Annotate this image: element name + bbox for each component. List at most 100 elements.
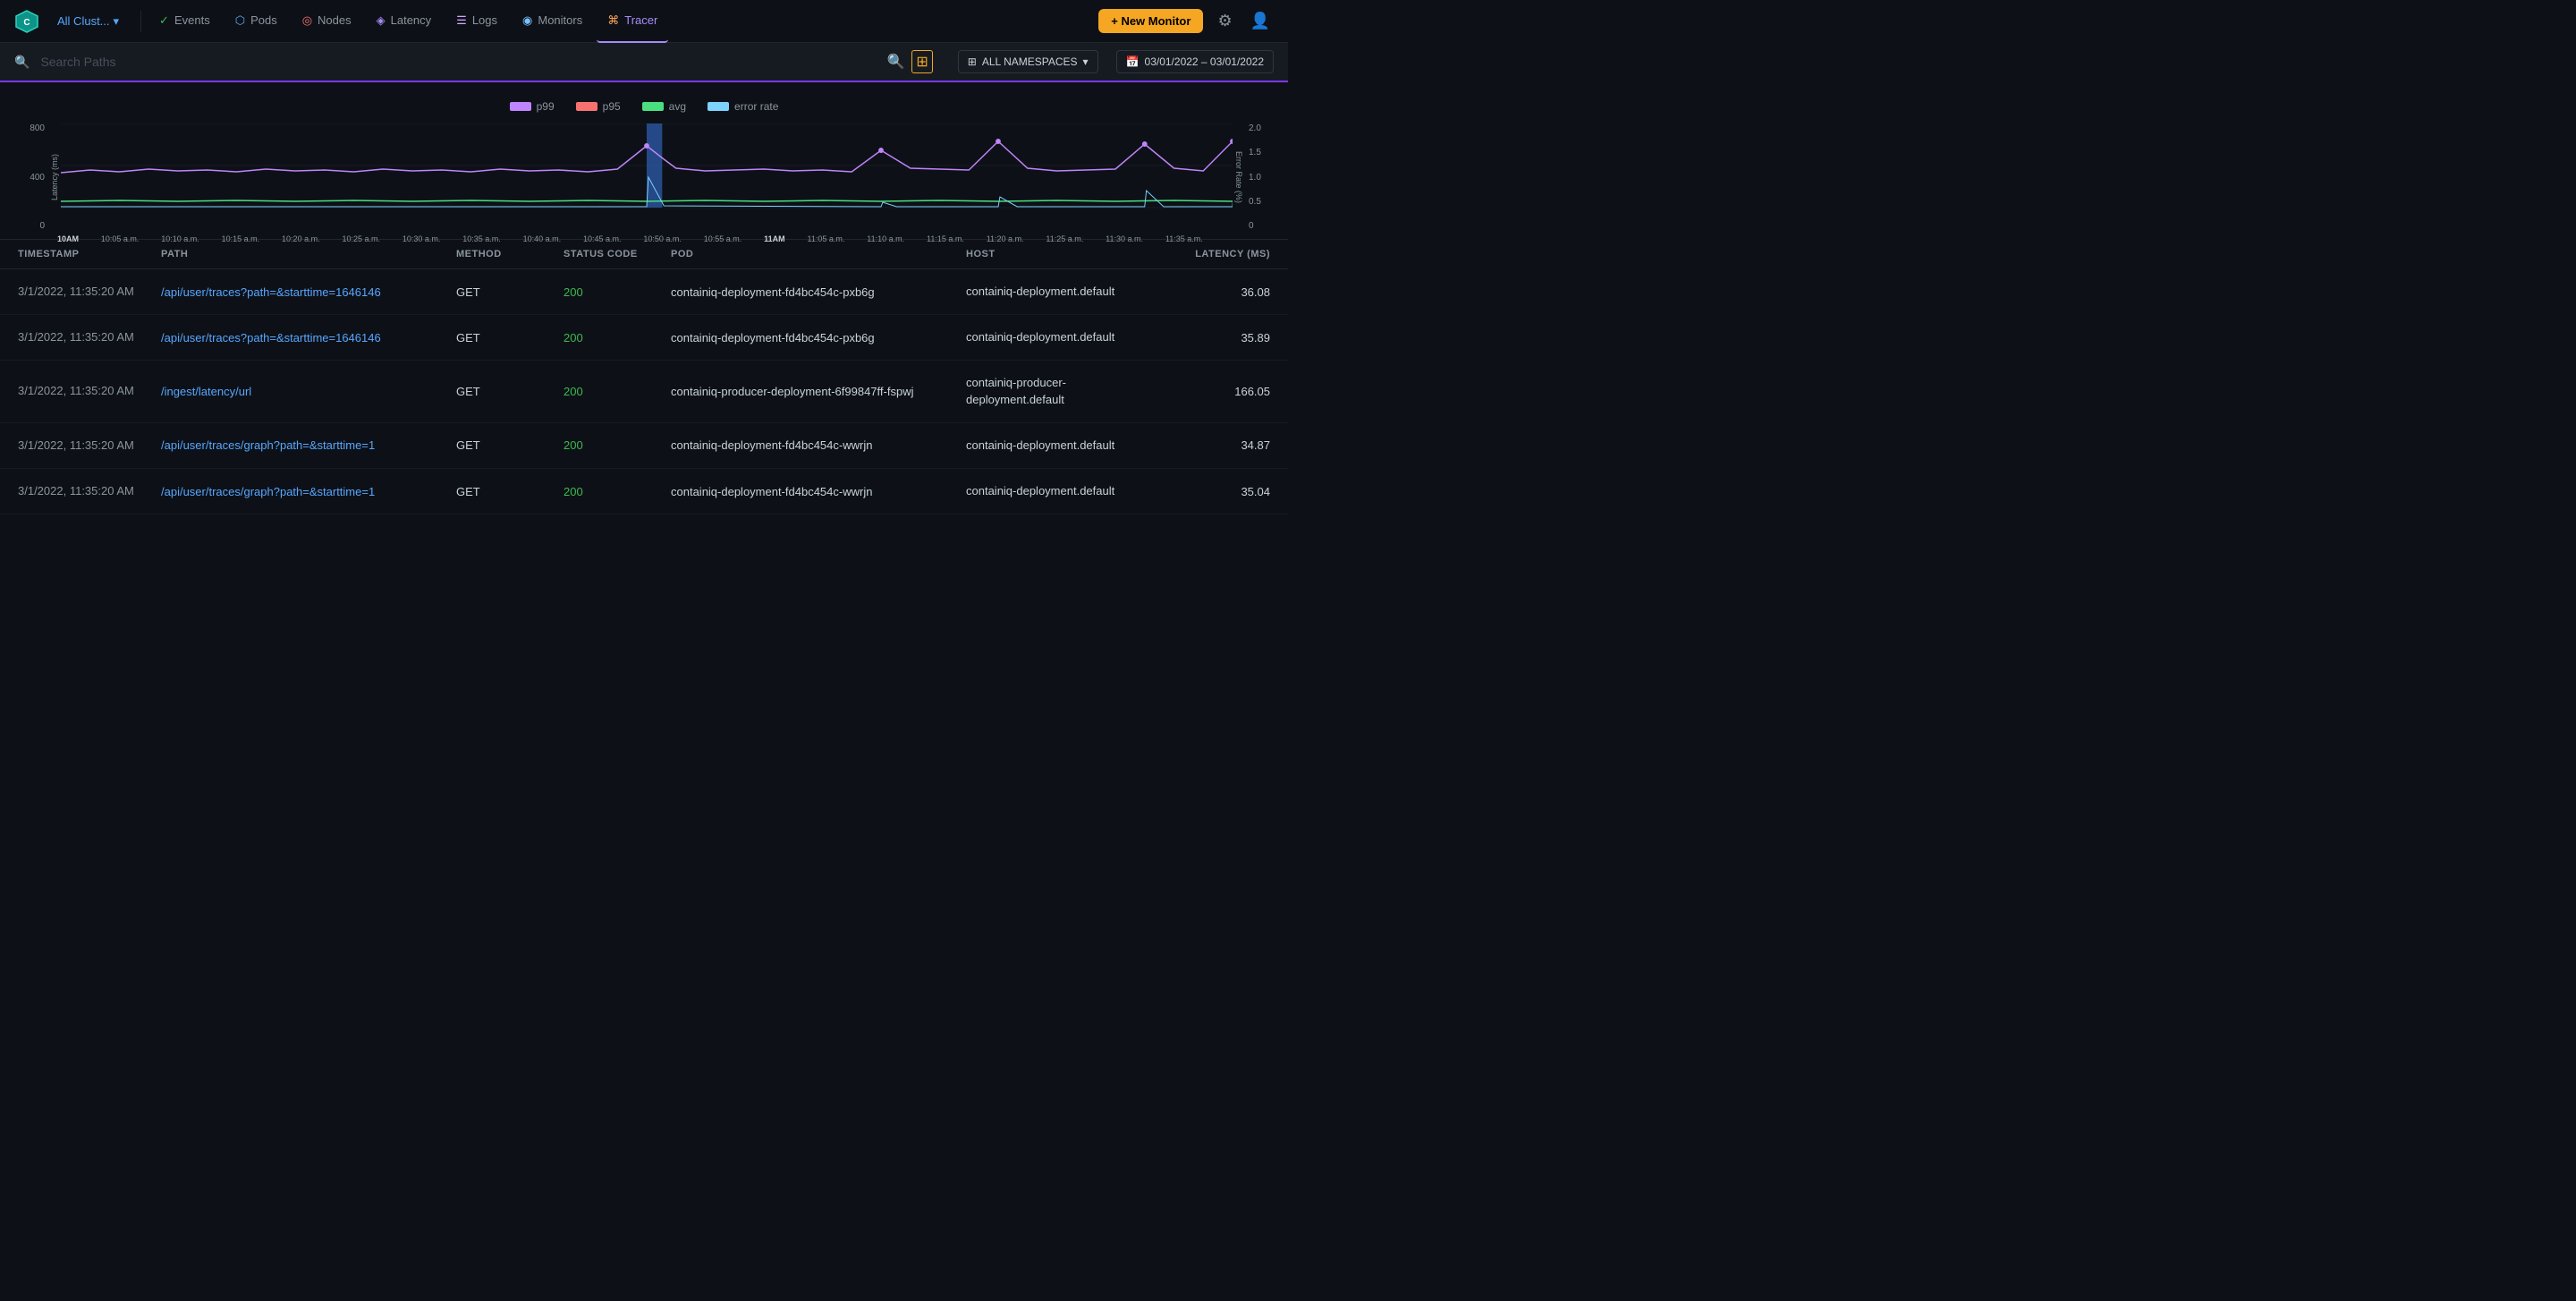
y-tick-800: 800 (18, 123, 45, 133)
legend-p99-color (510, 102, 531, 111)
table-row[interactable]: 3/1/2022, 11:35:20 AM /api/user/traces?p… (0, 269, 1288, 315)
legend-avg-label: avg (669, 100, 686, 113)
search-submit-button[interactable]: 🔍 (886, 53, 904, 71)
nav-right: + New Monitor ⚙ 👤 (1098, 8, 1274, 34)
chart-svg[interactable] (61, 123, 1233, 231)
settings-button[interactable]: ⚙ (1214, 8, 1235, 34)
nav-label-latency: Latency (391, 13, 432, 27)
row1-host: containiq-deployment.default (966, 284, 1163, 300)
row2-latency: 35.89 (1163, 331, 1270, 344)
col-header-host: HOST (966, 249, 1163, 259)
tracer-icon: ⌘ (607, 13, 619, 28)
col-header-path: PATH (161, 249, 456, 259)
legend-p95: p95 (576, 100, 621, 113)
legend-error-rate: error rate (708, 100, 778, 113)
logs-icon: ☰ (456, 13, 467, 28)
user-button[interactable]: 👤 (1247, 8, 1274, 34)
date-range-picker[interactable]: 📅 03/01/2022 – 03/01/2022 (1116, 50, 1274, 73)
nav-item-pods[interactable]: ⬡ Pods (225, 0, 288, 43)
svg-text:C: C (23, 18, 30, 28)
logo[interactable]: C (14, 9, 39, 34)
cluster-label: All Clust... (57, 14, 110, 28)
y-right-tick-2: 2.0 (1249, 123, 1270, 133)
namespace-selector[interactable]: ⊞ ALL NAMESPACES ▾ (958, 50, 1098, 73)
latency-chart-container: p99 p95 avg error rate 800 400 0 Latency… (0, 82, 1288, 239)
nav-label-tracer: Tracer (624, 13, 657, 27)
row3-latency: 166.05 (1163, 385, 1270, 398)
nodes-icon: ◎ (302, 13, 312, 28)
nav-item-nodes[interactable]: ◎ Nodes (292, 0, 362, 43)
col-header-latency: LATENCY (MS) (1163, 249, 1270, 259)
legend-p99-label: p99 (537, 100, 555, 113)
row3-status: 200 (564, 385, 671, 398)
x-label-1130: 11:30 a.m. (1106, 234, 1143, 243)
row4-status: 200 (564, 438, 671, 452)
x-label-11am: 11AM (764, 234, 785, 243)
new-monitor-button[interactable]: + New Monitor (1098, 9, 1203, 33)
nav-label-events: Events (174, 13, 210, 27)
row5-pod: containiq-deployment-fd4bc454c-wwrjn (671, 485, 966, 498)
row3-method: GET (456, 385, 564, 398)
y-right-tick-1: 1.0 (1249, 173, 1270, 183)
nav-item-events[interactable]: ✓ Events (148, 0, 221, 43)
search-submit-icon: 🔍 (886, 55, 904, 70)
row5-status: 200 (564, 485, 671, 498)
events-icon: ✓ (159, 13, 169, 28)
chart-legend: p99 p95 avg error rate (18, 100, 1270, 113)
legend-error-rate-label: error rate (734, 100, 778, 113)
filter-button[interactable]: ⊞ (911, 50, 932, 73)
legend-p95-label: p95 (603, 100, 621, 113)
nav-item-latency[interactable]: ◈ Latency (366, 0, 443, 43)
new-monitor-label: + New Monitor (1111, 14, 1191, 28)
col-header-status: STATUS CODE (564, 249, 671, 259)
legend-p95-color (576, 102, 597, 111)
y-axis-right-label: Error Rate (%) (1234, 151, 1243, 203)
searchbar: 🔍 🔍 ⊞ ⊞ ALL NAMESPACES ▾ 📅 03/01/2022 – … (0, 43, 1288, 82)
legend-avg: avg (642, 100, 686, 113)
search-input[interactable] (40, 55, 876, 69)
row1-latency: 36.08 (1163, 285, 1270, 299)
x-label-1135: 11:35 a.m. (1165, 234, 1203, 243)
table-row[interactable]: 3/1/2022, 11:35:20 AM /api/user/traces?p… (0, 315, 1288, 361)
legend-error-rate-color (708, 102, 729, 111)
namespace-chevron-icon: ▾ (1083, 55, 1089, 68)
row3-host: containiq-producer-deployment.default (966, 375, 1163, 407)
latency-icon: ◈ (377, 13, 386, 28)
y-tick-400: 400 (18, 173, 45, 183)
x-axis-labels: 10AM 10:05 a.m. 10:10 a.m. 10:15 a.m. 10… (18, 234, 1270, 243)
nav-item-tracer[interactable]: ⌘ Tracer (597, 0, 668, 43)
row5-method: GET (456, 485, 564, 498)
gear-icon: ⚙ (1217, 12, 1232, 30)
table-row[interactable]: 3/1/2022, 11:35:20 AM /api/user/traces/g… (0, 469, 1288, 514)
x-label-1125: 11:25 a.m. (1046, 234, 1083, 243)
row4-pod: containiq-deployment-fd4bc454c-wwrjn (671, 438, 966, 452)
table-row[interactable]: 3/1/2022, 11:35:20 AM /ingest/latency/ur… (0, 361, 1288, 422)
user-icon: 👤 (1250, 12, 1270, 30)
row4-latency: 34.87 (1163, 438, 1270, 452)
x-label-1120: 11:20 a.m. (987, 234, 1024, 243)
y-tick-0: 0 (18, 221, 45, 231)
filter-icon: ⊞ (916, 55, 928, 70)
table-row[interactable]: 3/1/2022, 11:35:20 AM /api/user/traces/g… (0, 423, 1288, 469)
row2-path: /api/user/traces?path=&starttime=1646146 (161, 331, 456, 344)
x-label-1105: 11:05 a.m. (808, 234, 845, 243)
row1-timestamp: 3/1/2022, 11:35:20 AM (18, 284, 161, 300)
nav-label-logs: Logs (472, 13, 497, 27)
date-range-label: 03/01/2022 – 03/01/2022 (1145, 55, 1264, 68)
row5-host: containiq-deployment.default (966, 483, 1163, 499)
nav-item-monitors[interactable]: ◉ Monitors (512, 0, 593, 43)
x-label-1115: 11:15 a.m. (927, 234, 964, 243)
y-axis-right: 2.0 1.5 1.0 0.5 0 (1243, 123, 1270, 231)
x-label-1020: 10:20 a.m. (282, 234, 320, 243)
nav-divider (140, 11, 141, 32)
x-label-1030: 10:30 a.m. (402, 234, 441, 243)
cluster-selector[interactable]: All Clust... ▾ (50, 11, 126, 32)
y-right-tick-1-5: 1.5 (1249, 148, 1270, 157)
x-label-10am: 10AM (57, 234, 79, 243)
nav-item-logs[interactable]: ☰ Logs (445, 0, 508, 43)
y-axis-left: 800 400 0 (18, 123, 50, 231)
calendar-icon: 📅 (1126, 55, 1140, 68)
row1-status: 200 (564, 285, 671, 299)
row5-path: /api/user/traces/graph?path=&starttime=1 (161, 485, 456, 498)
legend-avg-color (642, 102, 664, 111)
